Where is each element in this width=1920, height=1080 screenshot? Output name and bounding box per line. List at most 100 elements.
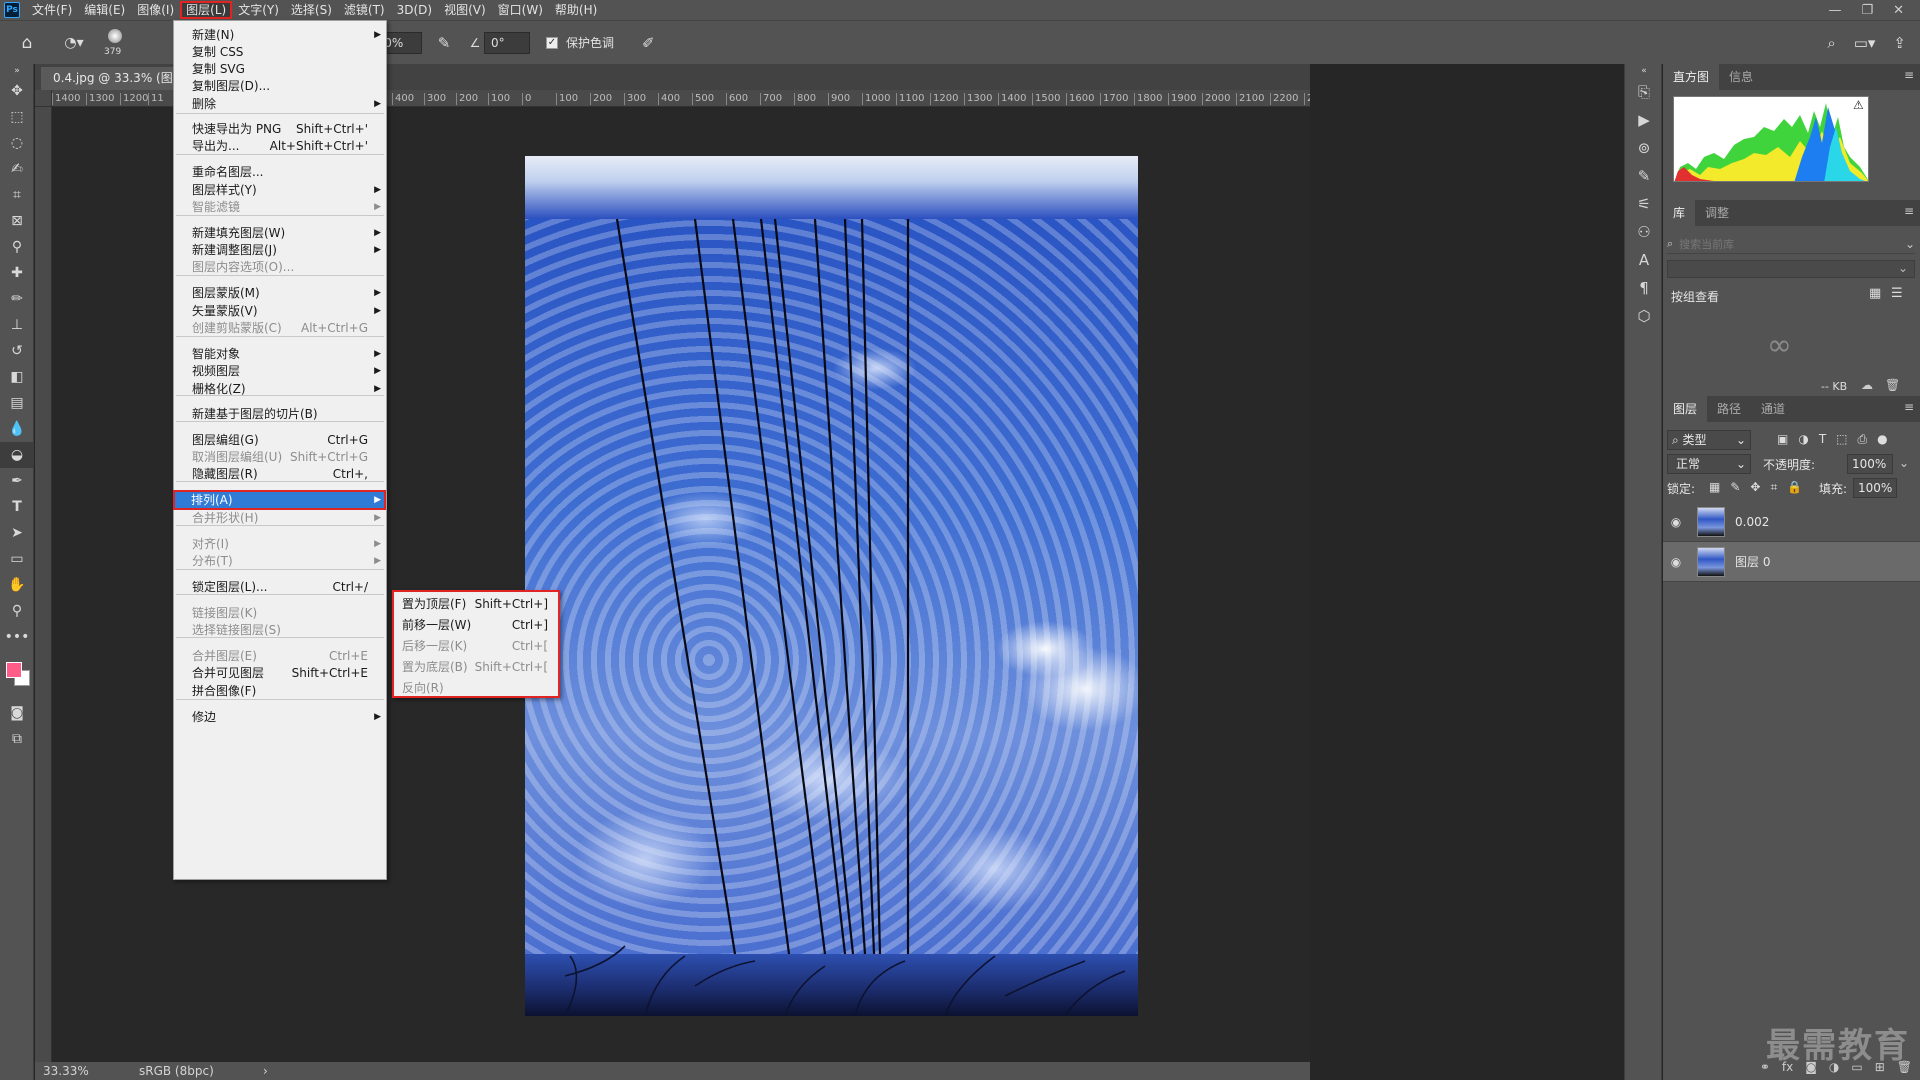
visibility-eye-icon[interactable]: ◉ [1665,515,1687,529]
layer-menu-item[interactable]: 重命名图层... [174,162,386,182]
menu-layer[interactable]: 图层(L) [180,1,233,19]
list-view-icon[interactable]: ☰ [1891,286,1903,301]
shape-filter-icon[interactable]: ⬚ [1836,432,1847,447]
close-icon[interactable]: ✕ [1893,3,1904,18]
layer-menu-item[interactable]: 复制图层(D)... [174,76,386,96]
quick-mask-icon[interactable]: ◙ [0,700,34,726]
lasso-tool-icon[interactable]: ◌ [0,130,34,156]
lock-artboard-icon[interactable]: ⌗ [1770,480,1777,495]
layer-menu-item[interactable]: 视频图层 ▶ [174,361,386,381]
chevron-down-icon[interactable]: ⌄ [1899,456,1909,470]
channels-mixer-icon[interactable]: ⊚ [1625,134,1663,162]
menu-type[interactable]: 文字(Y) [232,1,285,19]
brush-settings-icon[interactable]: ✎ [1625,162,1663,190]
menu-view[interactable]: 视图(V) [438,1,492,19]
layer-name[interactable]: 图层 0 [1735,553,1770,570]
arrange-submenu-item[interactable]: 前移一层(W) Ctrl+] [394,615,558,635]
blur-tool-icon[interactable]: 💧 [0,416,34,442]
panel-menu-icon[interactable]: ≡ [1904,400,1914,414]
tab-paths[interactable]: 路径 [1707,396,1751,422]
layer-menu-item[interactable]: 栅格化(Z) ▶ [174,379,386,399]
panel-menu-icon[interactable]: ≡ [1904,204,1914,218]
tool-preset-icon[interactable]: ◔▾ [54,35,94,51]
hand-tool-icon[interactable]: ✋ [0,572,34,598]
lock-position-icon[interactable]: ✥ [1750,480,1760,495]
healing-brush-icon[interactable]: ✚ [0,260,34,286]
share-icon[interactable]: ⇪ [1893,34,1906,52]
brush-preset-picker[interactable]: 379 [94,23,142,63]
pen-tool-icon[interactable]: ✒ [0,468,34,494]
history-brush-icon[interactable]: ↺ [0,338,34,364]
grid-view-icon[interactable]: ▦ [1869,286,1881,301]
layer-menu-item[interactable]: 锁定图层(L)... Ctrl+/ [174,577,386,597]
menu-edit[interactable]: 编辑(E) [78,1,131,19]
pixel-filter-icon[interactable]: ▣ [1777,432,1788,447]
opacity-field[interactable]: 100% [1847,454,1893,474]
tab-histogram[interactable]: 直方图 [1663,64,1720,90]
layer-menu-item[interactable]: 新建基于图层的切片(B) [174,404,386,424]
trash-icon[interactable]: 🗑 [1885,378,1900,392]
visibility-eye-icon[interactable]: ◉ [1665,555,1687,569]
menu-image[interactable]: 图像(I) [131,1,180,19]
menu-help[interactable]: 帮助(H) [549,1,603,19]
fill-field[interactable]: 100% [1853,478,1897,498]
minimize-icon[interactable]: — [1828,3,1841,18]
angle-field[interactable]: 0° [484,31,530,54]
arrange-submenu-item[interactable]: 置为顶层(F) Shift+Ctrl+] [394,594,558,614]
layer-menu-item[interactable]: 隐藏图层(R) Ctrl+, [174,464,386,484]
layer-row-selected[interactable]: ◉ 图层 0 [1663,542,1920,582]
dodge-tool-icon[interactable]: ◒ [0,442,34,468]
blend-mode-select[interactable]: 正常 ⌄ [1667,454,1751,474]
layer-filter-select[interactable]: ⌕ 类型 ⌄ [1667,430,1751,450]
lock-pixels-icon[interactable]: ✎ [1730,480,1740,495]
menu-item-arrange[interactable]: 排列(A) ▶ [173,490,386,510]
menu-file[interactable]: 文件(F) [26,1,78,19]
protect-tone-checkbox[interactable]: ✓ [546,36,558,49]
screen-mode-icon[interactable]: ⧉ [0,726,34,752]
tab-channels[interactable]: 通道 [1751,396,1795,422]
gradient-tool-icon[interactable]: ▤ [0,390,34,416]
ruler-origin[interactable] [35,90,52,107]
tab-layers[interactable]: 图层 [1663,396,1708,422]
tab-adjustments[interactable]: 调整 [1695,200,1739,226]
layer-menu-item[interactable]: 修边 ▶ [174,707,386,727]
pressure-icon[interactable]: ✐ [642,34,655,52]
eraser-tool-icon[interactable]: ◧ [0,364,34,390]
restore-icon[interactable]: ❐ [1861,3,1873,18]
brush-tool-icon[interactable]: ✏ [0,286,34,312]
type-filter-icon[interactable]: T [1819,432,1826,447]
layer-menu-item[interactable]: 删除 ▶ [174,94,386,114]
airbrush-icon[interactable]: ✎ [422,34,466,52]
layer-menu-item[interactable]: 图层蒙版(M) ▶ [174,283,386,303]
move-tool-icon[interactable]: ✥ [0,78,34,104]
path-select-icon[interactable]: ➤ [0,520,34,546]
menu-3d[interactable]: 3D(D) [391,1,438,19]
menu-window[interactable]: 窗口(W) [492,1,549,19]
workspace-icon[interactable]: ▭▾ [1854,34,1876,52]
layer-menu-item[interactable]: 拼合图像(F) [174,681,386,701]
actions-panel-icon[interactable]: ▶ [1625,106,1663,134]
character-panel-icon[interactable]: A [1625,246,1663,274]
chevron-down-icon[interactable]: ⌄ [1905,237,1915,251]
type-tool-icon[interactable]: T [0,494,34,520]
adjustment-filter-icon[interactable]: ◑ [1798,432,1808,447]
frame-tool-icon[interactable]: ⊠ [0,208,34,234]
crop-tool-icon[interactable]: ⌗ [0,182,34,208]
smart-object-filter-icon[interactable]: ⎙ [1858,432,1868,447]
cloud-sync-icon[interactable]: ☁ [1861,378,1873,392]
panel-menu-icon[interactable]: ≡ [1904,68,1914,82]
collapse-icon[interactable]: » [0,64,34,78]
quick-select-icon[interactable]: ✍ [0,156,34,182]
layer-menu-item[interactable]: 合并可见图层 Shift+Ctrl+E [174,663,386,683]
properties-icon[interactable]: ⚇ [1625,218,1663,246]
more-tools-icon[interactable]: ••• [0,624,34,650]
tab-info[interactable]: 信息 [1719,64,1763,90]
lock-all-icon[interactable]: 🔒 [1787,480,1802,495]
marquee-tool-icon[interactable]: ⬚ [0,104,34,130]
layer-name[interactable]: 0.002 [1735,515,1769,529]
menu-select[interactable]: 选择(S) [285,1,338,19]
menu-filter[interactable]: 滤镜(T) [338,1,391,19]
paragraph-panel-icon[interactable]: ¶ [1625,274,1663,302]
zoom-tool-icon[interactable]: ⚲ [0,598,34,624]
home-icon[interactable]: ⌂ [0,33,54,53]
